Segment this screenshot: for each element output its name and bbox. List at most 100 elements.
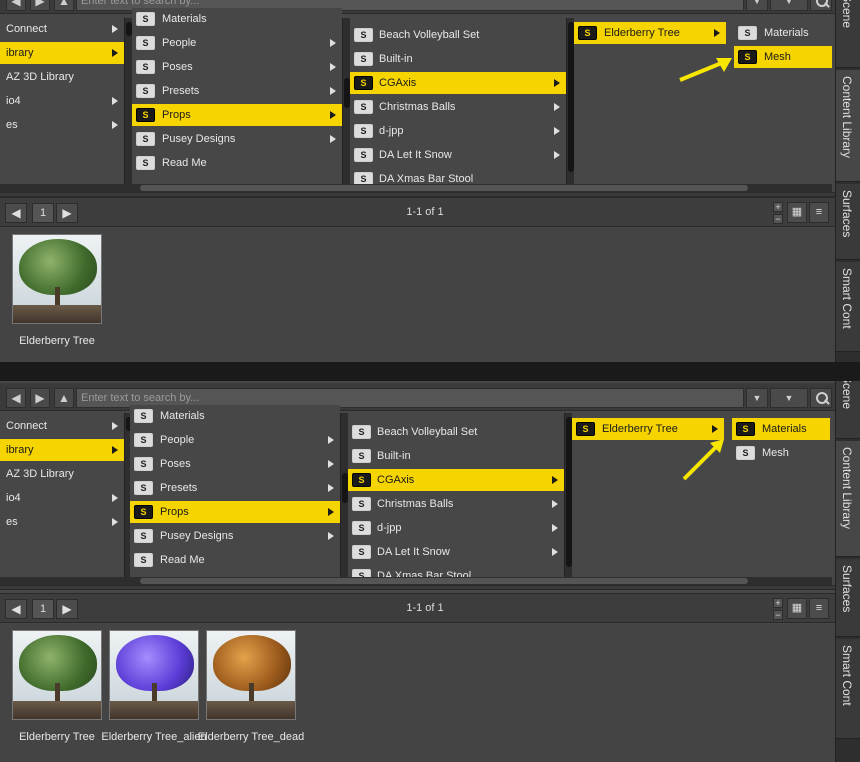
back-arrow-icon[interactable]: ◀ [6,0,26,11]
tab-smart-cont[interactable]: Smart Cont [836,262,860,352]
forward-arrow-icon[interactable]: ▶ [30,388,50,408]
list-item[interactable]: S Built-in [348,445,564,467]
column-2-scrollbar[interactable] [340,413,348,577]
up-arrow-icon[interactable]: ▲ [54,0,74,11]
list-item[interactable]: S DA Xmas Bar Stool [348,565,564,577]
back-arrow-icon[interactable]: ◀ [5,599,27,619]
back-arrow-icon[interactable]: ◀ [5,203,27,223]
list-item[interactable]: S Mesh [734,46,832,68]
filter-dropdown[interactable]: ▼ [746,0,768,11]
list-item-label: Mesh [764,51,791,63]
list-item[interactable]: S Presets [132,80,342,102]
divider [0,362,860,381]
list-item[interactable]: S Props [132,104,342,126]
list-item[interactable]: S Props [130,501,340,523]
list-item[interactable]: S Beach Volleyball Set [350,24,566,46]
list-item[interactable]: io4 [0,90,124,112]
column-1-scrollbar[interactable] [124,18,132,184]
magnifier-icon[interactable] [810,388,832,408]
thumbnail-ground [13,701,101,719]
column-3-scrollbar[interactable] [564,413,572,577]
asset-thumbnail[interactable] [206,630,296,720]
grid-view-icon[interactable]: ▦ [787,202,807,223]
list-item-label: DA Let It Snow [377,546,450,558]
column-3-scrollbar[interactable] [566,18,574,184]
list-item[interactable]: io4 [0,487,124,509]
asset-tile[interactable]: Elderberry Tree_dead [198,630,304,760]
asset-thumbnail[interactable] [12,630,102,720]
columns-horizontal-scrollbar[interactable] [0,184,832,192]
list-item[interactable]: S Presets [130,477,340,499]
tab-scene[interactable]: Scene [836,381,860,439]
grid-view-icon[interactable]: ▦ [787,598,807,619]
asset-tile[interactable]: Elderberry Tree_alien [101,630,207,760]
list-item[interactable]: S Elderberry Tree [574,22,726,44]
zoom-out-icon[interactable]: − [773,610,783,620]
list-item[interactable]: Sd-jpp [350,120,566,142]
asset-thumbnail[interactable] [109,630,199,720]
zoom-out-icon[interactable]: − [773,214,783,224]
list-item[interactable]: S Built-in [350,48,566,70]
magnifier-icon[interactable] [810,0,832,11]
tab-scene[interactable]: Scene [836,0,860,68]
list-item[interactable]: S Christmas Balls [348,493,564,515]
list-item[interactable]: Connect [0,415,124,437]
list-item[interactable]: S Pusey Designs [132,128,342,150]
list-item[interactable]: S Poses [132,56,342,78]
forward-arrow-icon[interactable]: ▶ [56,203,78,223]
column-2-scrollbar[interactable] [342,18,350,184]
splitter[interactable] [0,585,835,590]
asset-grid: Elderberry Tree [0,228,835,362]
list-item[interactable]: S Materials [132,8,342,30]
list-item[interactable]: S Elderberry Tree [572,418,724,440]
sort-dropdown[interactable]: ▼ [770,0,808,11]
list-item[interactable]: S DA Xmas Bar Stool [350,168,566,184]
sort-dropdown[interactable]: ▼ [770,388,808,408]
list-item[interactable]: es [0,511,124,533]
list-view-icon[interactable]: ≡ [809,598,829,619]
zoom-in-icon[interactable]: + [773,202,783,212]
list-item[interactable]: AZ 3D Library [0,463,124,485]
forward-arrow-icon[interactable]: ▶ [30,0,50,11]
list-item[interactable]: S CGAxis [350,72,566,94]
list-item[interactable]: S Read Me [130,549,340,571]
tab-content-library[interactable]: Content Library [836,70,860,182]
list-item[interactable]: Sd-jpp [348,517,564,539]
zoom-in-icon[interactable]: + [773,598,783,608]
asset-thumbnail[interactable] [12,234,102,324]
list-item[interactable]: S Christmas Balls [350,96,566,118]
list-item[interactable]: ibrary [0,42,124,64]
list-item[interactable]: S Materials [130,405,340,427]
forward-arrow-icon[interactable]: ▶ [56,599,78,619]
chevron-right-icon [714,29,720,37]
list-item[interactable]: es [0,114,124,136]
page-number[interactable]: 1 [32,203,54,223]
tab-content-library[interactable]: Content Library [836,441,860,557]
back-arrow-icon[interactable]: ◀ [6,388,26,408]
list-view-icon[interactable]: ≡ [809,202,829,223]
list-item[interactable]: S Mesh [732,442,830,464]
list-item[interactable]: S People [130,429,340,451]
list-item[interactable]: S Materials [732,418,830,440]
filter-dropdown[interactable]: ▼ [746,388,768,408]
list-item[interactable]: S People [132,32,342,54]
list-item[interactable]: S DA Let It Snow [348,541,564,563]
list-item[interactable]: S Poses [130,453,340,475]
asset-tile[interactable]: Elderberry Tree [12,630,102,760]
up-arrow-icon[interactable]: ▲ [54,388,74,408]
list-item[interactable]: S Pusey Designs [130,525,340,547]
list-item[interactable]: S CGAxis [348,469,564,491]
asset-tile[interactable]: Elderberry Tree [12,234,102,362]
tab-surfaces[interactable]: Surfaces [836,559,860,637]
columns-horizontal-scrollbar[interactable] [0,577,832,585]
list-item[interactable]: S Materials [734,22,832,44]
list-item[interactable]: S Read Me [132,152,342,174]
list-item[interactable]: S Beach Volleyball Set [348,421,564,443]
list-item[interactable]: Connect [0,18,124,40]
tab-smart-cont[interactable]: Smart Cont [836,639,860,739]
list-item[interactable]: AZ 3D Library [0,66,124,88]
list-item[interactable]: S DA Let It Snow [350,144,566,166]
page-number[interactable]: 1 [32,599,54,619]
list-item[interactable]: ibrary [0,439,124,461]
tab-surfaces[interactable]: Surfaces [836,184,860,260]
